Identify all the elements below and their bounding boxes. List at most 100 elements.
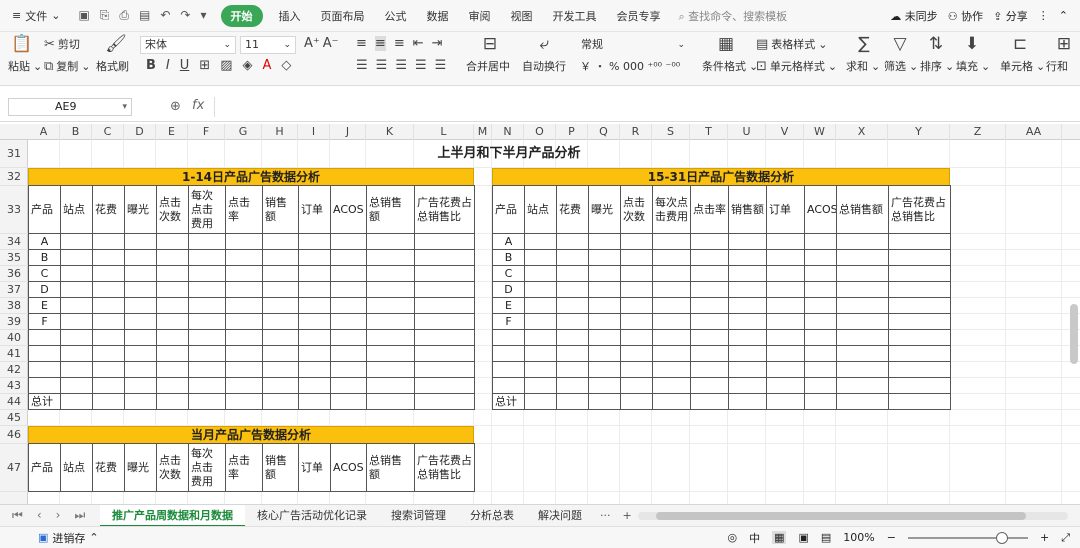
first-half-cell[interactable]	[414, 377, 475, 394]
second-half-cell[interactable]	[588, 377, 621, 394]
second-half-cell[interactable]	[556, 393, 589, 410]
tab-formulas[interactable]: 公式	[375, 8, 417, 24]
fill-button[interactable]: 填充 ⌄	[956, 58, 990, 74]
first-half-cell[interactable]	[124, 345, 157, 362]
font-size-select[interactable]: 11 ⌄	[240, 36, 296, 54]
first-half-cell[interactable]	[124, 249, 157, 266]
row-header-47[interactable]: 47	[0, 444, 28, 492]
second-half-cell[interactable]	[620, 249, 653, 266]
print-preview-icon[interactable]: ▤	[139, 8, 150, 23]
second-half-total[interactable]: 总计	[492, 393, 525, 410]
monthly-header-3[interactable]: 曝光	[124, 443, 157, 492]
row-header-38[interactable]: 38	[0, 298, 28, 314]
second-half-cell[interactable]	[728, 249, 767, 266]
first-half-cell[interactable]	[124, 233, 157, 250]
second-half-cell[interactable]	[652, 313, 691, 330]
fill-color-icon[interactable]: ◈	[242, 58, 252, 73]
first-half-cell[interactable]	[298, 313, 331, 330]
first-half-cell[interactable]	[188, 345, 226, 362]
row-header-32[interactable]: 32	[0, 168, 28, 186]
row-header-44[interactable]: 44	[0, 394, 28, 410]
first-half-cell[interactable]	[262, 233, 299, 250]
first-half-cell[interactable]	[28, 377, 61, 394]
first-half-total[interactable]: 总计	[28, 393, 61, 410]
scroll-thumb[interactable]	[656, 512, 1026, 520]
first-half-cell[interactable]	[60, 249, 93, 266]
first-half-product-C[interactable]: C	[28, 265, 61, 282]
first-half-cell[interactable]	[92, 297, 125, 314]
first-half-cell[interactable]	[298, 393, 331, 410]
macro-status[interactable]: ▣ 进销存 ⌃	[0, 530, 99, 546]
first-half-product-A[interactable]: A	[28, 233, 61, 250]
column-header-V[interactable]: V	[766, 124, 804, 140]
second-half-cell[interactable]	[690, 329, 729, 346]
second-half-header-2[interactable]: 花费	[556, 185, 589, 234]
first-half-cell[interactable]	[92, 233, 125, 250]
first-half-cell[interactable]	[60, 313, 93, 330]
second-half-cell[interactable]	[652, 281, 691, 298]
second-half-cell[interactable]	[836, 393, 889, 410]
second-half-cell[interactable]	[728, 377, 767, 394]
monthly-header-5[interactable]: 每次点击费用	[188, 443, 226, 492]
second-half-cell[interactable]	[620, 281, 653, 298]
second-half-cell[interactable]	[492, 329, 525, 346]
sheet-tab-summary[interactable]: 分析总表	[458, 505, 526, 527]
banner-second-half[interactable]: 15-31日产品广告数据分析	[492, 168, 950, 186]
more-sheets-button[interactable]: ···	[594, 509, 617, 522]
second-half-cell[interactable]	[620, 329, 653, 346]
second-half-cell[interactable]	[766, 393, 805, 410]
monthly-header-7[interactable]: 销售额	[262, 443, 299, 492]
zoom-out-icon[interactable]: −	[887, 531, 896, 544]
number-format-select[interactable]: 常规 ⌄	[576, 36, 690, 54]
align-center-icon[interactable]: ☰	[376, 58, 388, 73]
cell-button[interactable]: 单元格 ⌄	[1000, 58, 1045, 74]
second-half-cell[interactable]	[690, 265, 729, 282]
command-search[interactable]: ⌕ 查找命令、搜索模板	[671, 8, 871, 24]
first-half-cell[interactable]	[298, 297, 331, 314]
export-pdf-icon[interactable]: ⎘	[100, 8, 110, 23]
second-half-cell[interactable]	[588, 233, 621, 250]
sum-button[interactable]: 求和 ⌄	[846, 58, 880, 74]
first-half-cell[interactable]	[225, 377, 263, 394]
first-half-cell[interactable]	[225, 393, 263, 410]
first-half-cell[interactable]	[366, 265, 415, 282]
tab-data[interactable]: 数据	[417, 8, 459, 24]
add-sheet-button[interactable]: +	[617, 509, 638, 522]
first-half-cell[interactable]	[124, 297, 157, 314]
row-header-33[interactable]: 33	[0, 186, 28, 234]
sheet-tab-solve[interactable]: 解决问题	[526, 505, 594, 527]
first-half-cell[interactable]	[156, 265, 189, 282]
align-bottom-icon[interactable]: ≡	[394, 36, 405, 51]
second-half-cell[interactable]	[620, 393, 653, 410]
last-sheet-icon[interactable]: ⏭	[74, 508, 85, 523]
second-half-cell[interactable]	[588, 313, 621, 330]
first-half-cell[interactable]	[156, 233, 189, 250]
first-half-cell[interactable]	[298, 361, 331, 378]
first-half-cell[interactable]	[92, 313, 125, 330]
fullscreen-icon[interactable]: ⤢	[1061, 531, 1070, 545]
row-col-button[interactable]: 行和	[1046, 58, 1068, 74]
tab-developer[interactable]: 开发工具	[543, 8, 607, 24]
first-half-product-F[interactable]: F	[28, 313, 61, 330]
wrap-text-icon[interactable]: ⤶	[532, 34, 556, 54]
second-half-cell[interactable]	[804, 313, 837, 330]
vertical-scrollbar[interactable]	[1070, 304, 1078, 364]
first-half-cell[interactable]	[414, 281, 475, 298]
second-half-cell[interactable]	[652, 297, 691, 314]
collapse-ribbon-icon[interactable]: ⌃	[1059, 9, 1068, 22]
prev-sheet-icon[interactable]: ‹	[37, 508, 42, 523]
column-header-I[interactable]: I	[298, 124, 330, 140]
first-half-cell[interactable]	[366, 249, 415, 266]
second-half-cell[interactable]	[888, 249, 951, 266]
sort-button[interactable]: 排序 ⌄	[920, 58, 954, 74]
first-half-cell[interactable]	[92, 265, 125, 282]
first-half-cell[interactable]	[156, 345, 189, 362]
second-half-cell[interactable]	[524, 345, 557, 362]
row-header-37[interactable]: 37	[0, 282, 28, 298]
sum-icon[interactable]: ∑	[852, 34, 876, 54]
row-header-40[interactable]: 40	[0, 330, 28, 346]
second-half-cell[interactable]	[888, 281, 951, 298]
first-half-cell[interactable]	[156, 249, 189, 266]
first-half-cell[interactable]	[262, 281, 299, 298]
column-header-H[interactable]: H	[262, 124, 298, 140]
